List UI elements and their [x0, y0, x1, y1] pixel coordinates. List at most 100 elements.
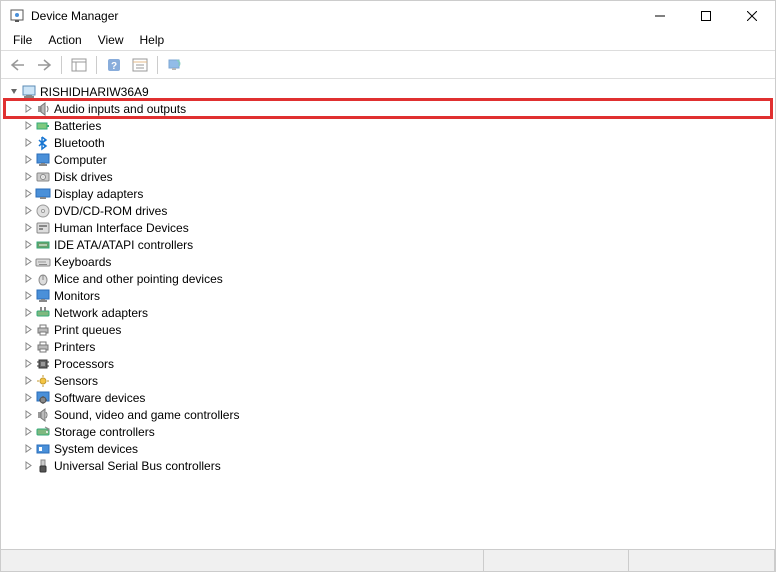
root-label: RISHIDHARIW36A9	[40, 85, 149, 99]
forward-button[interactable]	[33, 54, 55, 76]
tree-item-label: Computer	[54, 153, 107, 167]
computer-icon	[21, 84, 37, 100]
menu-view[interactable]: View	[90, 31, 132, 50]
tree-item-label: Human Interface Devices	[54, 221, 189, 235]
expand-icon[interactable]	[21, 340, 35, 354]
tree-item-ide[interactable]: IDE ATA/ATAPI controllers	[5, 236, 771, 253]
back-button[interactable]	[7, 54, 29, 76]
expand-icon[interactable]	[21, 289, 35, 303]
tree-item-label: Processors	[54, 357, 114, 371]
tree-item-system[interactable]: System devices	[5, 440, 771, 457]
tree-item-hid[interactable]: Human Interface Devices	[5, 219, 771, 236]
expand-icon[interactable]	[21, 272, 35, 286]
tree-item-label: DVD/CD-ROM drives	[54, 204, 167, 218]
tree-item-printer[interactable]: Printers	[5, 338, 771, 355]
menu-action[interactable]: Action	[40, 31, 89, 50]
mouse-icon	[35, 271, 51, 287]
toolbar-separator	[96, 56, 97, 74]
ide-icon	[35, 237, 51, 253]
expand-icon[interactable]	[21, 102, 35, 116]
expand-icon[interactable]	[21, 459, 35, 473]
speaker-icon	[35, 101, 51, 117]
window-title: Device Manager	[31, 9, 637, 23]
tree-item-label: Mice and other pointing devices	[54, 272, 223, 286]
tree-item-keyboard[interactable]: Keyboards	[5, 253, 771, 270]
storage-icon	[35, 424, 51, 440]
bluetooth-icon	[35, 135, 51, 151]
usb-icon	[35, 458, 51, 474]
sound-icon	[35, 407, 51, 423]
maximize-button[interactable]	[683, 1, 729, 31]
tree-item-software[interactable]: Software devices	[5, 389, 771, 406]
tree-item-label: Sensors	[54, 374, 98, 388]
show-hide-button[interactable]	[68, 54, 90, 76]
expand-icon[interactable]	[21, 136, 35, 150]
expand-icon[interactable]	[21, 391, 35, 405]
printer-icon	[35, 322, 51, 338]
expand-icon[interactable]	[21, 204, 35, 218]
tree-item-label: Audio inputs and outputs	[54, 102, 186, 116]
expand-icon[interactable]	[21, 221, 35, 235]
expand-icon[interactable]	[21, 170, 35, 184]
tree-item-sound[interactable]: Sound, video and game controllers	[5, 406, 771, 423]
tree-item-label: Storage controllers	[54, 425, 155, 439]
expand-icon[interactable]	[21, 187, 35, 201]
tree-item-battery[interactable]: Batteries	[5, 117, 771, 134]
tree-item-label: Batteries	[54, 119, 101, 133]
cpu-icon	[35, 356, 51, 372]
tree-item-label: Sound, video and game controllers	[54, 408, 239, 422]
device-tree: RISHIDHARIW36A9 Audio inputs and outputs…	[1, 79, 775, 549]
tree-root-node[interactable]: RISHIDHARIW36A9	[5, 83, 771, 100]
hid-icon	[35, 220, 51, 236]
tree-item-monitor[interactable]: Computer	[5, 151, 771, 168]
close-button[interactable]	[729, 1, 775, 31]
system-icon	[35, 441, 51, 457]
tree-item-cd[interactable]: DVD/CD-ROM drives	[5, 202, 771, 219]
expand-icon[interactable]	[21, 374, 35, 388]
tree-item-network[interactable]: Network adapters	[5, 304, 771, 321]
titlebar: Device Manager	[1, 1, 775, 31]
tree-item-mouse[interactable]: Mice and other pointing devices	[5, 270, 771, 287]
expand-icon[interactable]	[21, 153, 35, 167]
expand-icon[interactable]	[21, 306, 35, 320]
svg-text:?: ?	[111, 61, 117, 72]
expand-icon[interactable]	[21, 357, 35, 371]
tree-item-bluetooth[interactable]: Bluetooth	[5, 134, 771, 151]
expand-icon[interactable]	[21, 255, 35, 269]
expand-icon[interactable]	[21, 425, 35, 439]
menu-help[interactable]: Help	[132, 31, 173, 50]
expand-icon[interactable]	[21, 119, 35, 133]
scan-button[interactable]	[164, 54, 186, 76]
menubar: File Action View Help	[1, 31, 775, 51]
tree-item-monitor[interactable]: Monitors	[5, 287, 771, 304]
tree-item-label: Keyboards	[54, 255, 111, 269]
tree-item-storage[interactable]: Storage controllers	[5, 423, 771, 440]
tree-item-label: Disk drives	[54, 170, 113, 184]
tree-item-cpu[interactable]: Processors	[5, 355, 771, 372]
battery-icon	[35, 118, 51, 134]
tree-item-printer[interactable]: Print queues	[5, 321, 771, 338]
tree-item-display[interactable]: Display adapters	[5, 185, 771, 202]
menu-file[interactable]: File	[5, 31, 40, 50]
expand-icon[interactable]	[21, 238, 35, 252]
expand-icon[interactable]	[21, 408, 35, 422]
tree-item-label: Printers	[54, 340, 95, 354]
keyboard-icon	[35, 254, 51, 270]
help-button[interactable]: ?	[103, 54, 125, 76]
collapse-icon[interactable]	[7, 85, 21, 99]
expand-icon[interactable]	[21, 323, 35, 337]
app-icon	[9, 8, 25, 24]
properties-button[interactable]	[129, 54, 151, 76]
tree-item-sensor[interactable]: Sensors	[5, 372, 771, 389]
network-icon	[35, 305, 51, 321]
tree-item-label: IDE ATA/ATAPI controllers	[54, 238, 193, 252]
expand-icon[interactable]	[21, 442, 35, 456]
tree-item-usb[interactable]: Universal Serial Bus controllers	[5, 457, 771, 474]
monitor-icon	[35, 288, 51, 304]
tree-item-disk[interactable]: Disk drives	[5, 168, 771, 185]
tree-item-label: Print queues	[54, 323, 121, 337]
tree-item-speaker[interactable]: Audio inputs and outputs	[5, 100, 771, 117]
minimize-button[interactable]	[637, 1, 683, 31]
tree-item-label: System devices	[54, 442, 138, 456]
monitor-icon	[35, 152, 51, 168]
